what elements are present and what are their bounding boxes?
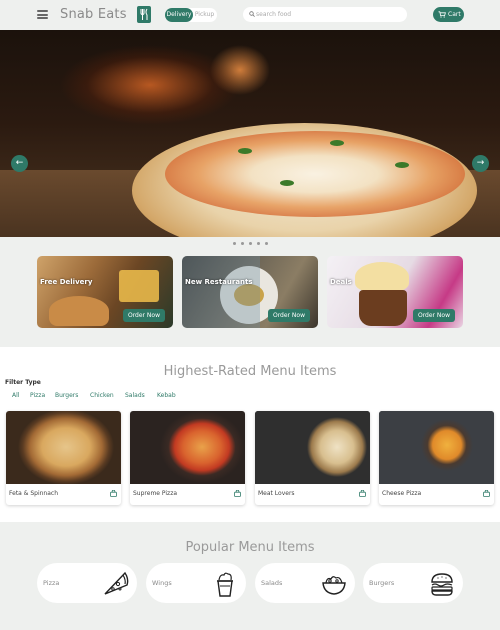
menu-item-name: Cheese Pizza <box>382 490 422 497</box>
basil-leaf <box>395 162 409 168</box>
promo-overlay <box>182 256 260 328</box>
delivery-option[interactable]: Delivery <box>165 8 193 22</box>
basil-leaf <box>280 180 294 186</box>
filter-burgers[interactable]: Burgers <box>55 392 78 399</box>
highest-rated-title: Highest-Rated Menu Items <box>163 364 337 379</box>
popular-item-pizza[interactable]: Pizza <box>37 563 137 603</box>
carousel-dot[interactable] <box>256 242 260 245</box>
cart-button[interactable]: Cart <box>433 7 464 22</box>
filter-all[interactable]: All <box>12 392 19 399</box>
popular-title: Popular Menu Items <box>185 540 315 555</box>
carousel-dot[interactable] <box>240 242 244 245</box>
cupcake-frosting-image <box>355 262 409 292</box>
popular-item-label: Salads <box>261 579 283 587</box>
meat-lovers-pizza-image <box>255 411 370 484</box>
menu-icon[interactable] <box>37 10 48 19</box>
shopping-bag-icon[interactable] <box>359 490 366 497</box>
filter-type-title: Filter Type <box>5 379 41 386</box>
carousel-prev-button[interactable]: ← <box>11 155 28 172</box>
cart-label: Cart <box>448 11 461 18</box>
search-bar <box>243 7 407 22</box>
carousel-dot[interactable] <box>232 242 236 245</box>
cart-icon <box>438 11 446 18</box>
filter-salads[interactable]: Salads <box>125 392 145 399</box>
popular-item-label: Wings <box>152 579 172 587</box>
order-now-button[interactable]: Order Now <box>412 309 455 322</box>
filter-pizza[interactable]: Pizza <box>30 392 45 399</box>
shopping-bag-icon[interactable] <box>234 490 241 497</box>
basil-leaf <box>330 140 344 146</box>
supreme-pizza-image <box>130 411 245 484</box>
promo-card-deals[interactable]: Deals Order Now <box>327 256 463 328</box>
shopping-bag-icon[interactable] <box>110 490 117 497</box>
brand-name: Snab Eats <box>60 7 127 22</box>
salad-bowl-icon <box>322 576 346 595</box>
shopping-bag-icon[interactable] <box>483 490 490 497</box>
menu-item-card[interactable]: Cheese Pizza <box>379 411 494 505</box>
burger-icon <box>431 573 453 596</box>
promo-label: New Restaurants <box>185 278 253 286</box>
menu-item-name: Supreme Pizza <box>133 490 178 497</box>
popular-item-burgers[interactable]: Burgers <box>363 563 463 603</box>
pickup-option[interactable]: Pickup <box>192 8 217 22</box>
carousel-next-button[interactable]: → <box>472 155 489 172</box>
pizza-icon <box>104 571 129 595</box>
cheese-pizza-image <box>379 411 494 484</box>
menu-item-name: Feta & Spinnach <box>9 490 59 497</box>
filter-chicken[interactable]: Chicken <box>90 392 114 399</box>
carousel-indicators <box>0 242 500 245</box>
fries-image <box>119 270 159 302</box>
menu-item-name: Meat Lovers <box>258 490 295 497</box>
menu-item-card[interactable]: Supreme Pizza <box>130 411 245 505</box>
order-now-button[interactable]: Order Now <box>267 309 310 322</box>
feta-spinach-pizza-image <box>6 411 121 484</box>
search-icon <box>249 11 255 17</box>
basil-leaf <box>238 148 252 154</box>
promo-label: Free Delivery <box>40 278 93 286</box>
promo-card-free-delivery[interactable]: Free Delivery Order Now <box>37 256 173 328</box>
menu-item-card[interactable]: Meat Lovers <box>255 411 370 505</box>
wings-bucket-icon <box>217 572 233 597</box>
delivery-pickup-toggle: Delivery Pickup <box>165 8 217 22</box>
carousel-dot[interactable] <box>264 242 268 245</box>
popular-item-wings[interactable]: Wings <box>146 563 246 603</box>
top-nav: Snab Eats Delivery Pickup Cart <box>0 0 500 30</box>
carousel-dot[interactable] <box>248 242 252 245</box>
filter-kebab[interactable]: Kebab <box>157 392 176 399</box>
menu-item-card[interactable]: Feta & Spinnach <box>6 411 121 505</box>
promo-label: Deals <box>330 278 352 286</box>
search-input[interactable] <box>256 7 401 22</box>
popular-item-label: Pizza <box>43 579 60 587</box>
hero-carousel: ← → <box>0 30 500 237</box>
fork-knife-icon <box>137 6 151 23</box>
popular-item-label: Burgers <box>369 579 395 587</box>
promo-card-new-restaurants[interactable]: New Restaurants Order Now <box>182 256 318 328</box>
hero-pizza-toppings <box>165 131 465 217</box>
order-now-button[interactable]: Order Now <box>122 309 165 322</box>
burger-image <box>49 296 109 326</box>
cupcake-image <box>359 290 407 326</box>
popular-item-salads[interactable]: Salads <box>255 563 355 603</box>
